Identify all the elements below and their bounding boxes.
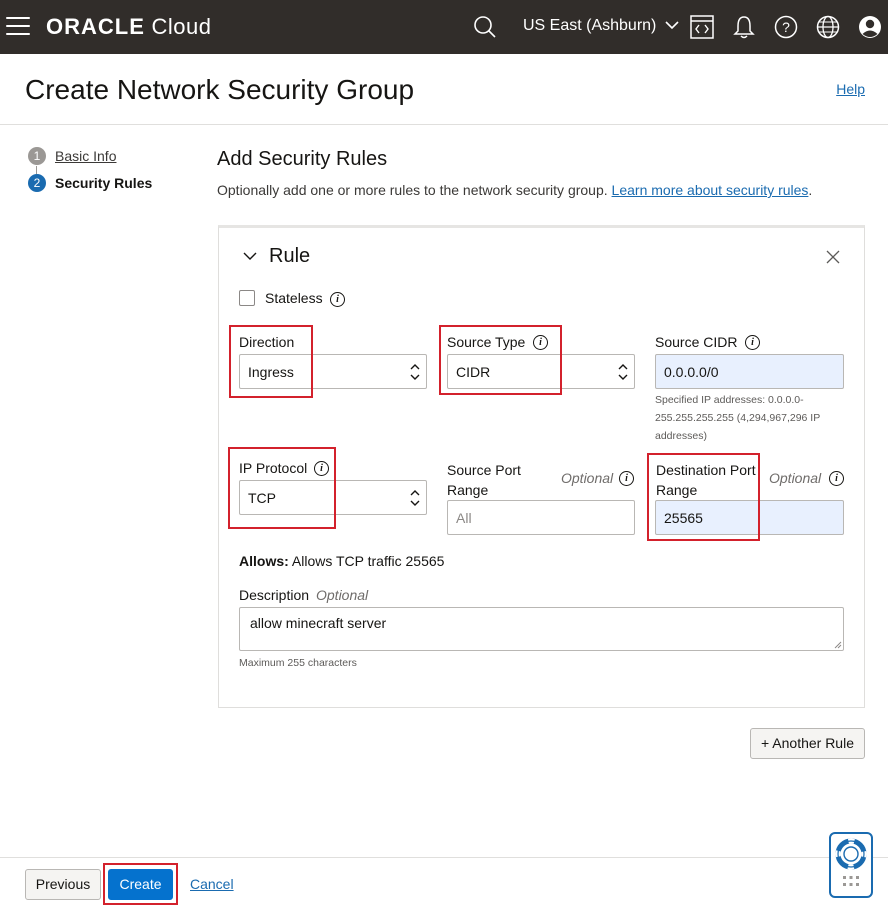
create-button[interactable]: Create [108,869,173,900]
collapse-chevron-icon[interactable] [243,249,257,263]
oracle-cloud-logo[interactable]: ORACLE Cloud [46,14,212,40]
optional-tag: Optional [769,470,822,486]
cancel-link[interactable]: Cancel [190,876,234,892]
wizard-step-basic-info[interactable]: 1 Basic Info [28,147,116,165]
source-port-range-label: Source Port Range [447,462,521,498]
page-header: Create Network Security Group Help [0,54,888,125]
search-icon[interactable] [472,14,498,40]
page-title: Create Network Security Group [25,74,415,105]
hamburger-menu-icon[interactable] [6,17,30,35]
svg-text:?: ? [782,19,790,35]
step-label: Security Rules [55,175,153,191]
source-port-range-input[interactable]: All [447,500,635,535]
description-textarea[interactable]: allow minecraft server [239,607,844,651]
step-connector [36,166,37,174]
optional-tag: Optional [316,587,369,603]
section-title: Add Security Rules [217,148,388,170]
help-question-icon[interactable]: ? [773,14,799,40]
direction-select[interactable]: Ingress [239,354,427,389]
user-profile-icon[interactable] [857,14,883,40]
source-type-label: Source Type [447,334,526,350]
info-icon[interactable]: i [314,461,329,476]
top-navigation-bar: ORACLE Cloud US East (Ashburn) ? [0,0,888,54]
info-icon[interactable]: i [533,335,548,350]
previous-button[interactable]: Previous [25,869,101,900]
bell-icon[interactable] [731,14,757,40]
rule-title: Rule [269,245,311,267]
code-editor-icon[interactable] [689,14,715,40]
wizard-step-security-rules[interactable]: 2 Security Rules [28,174,152,192]
ip-protocol-label: IP Protocol [239,460,308,476]
help-link[interactable]: Help [836,81,865,97]
chevron-down-icon [665,21,679,30]
stateless-label: Stateless [265,290,323,306]
source-cidr-input[interactable]: 0.0.0.0/0 [655,354,844,389]
step-number: 2 [28,174,46,192]
region-selector[interactable]: US East (Ashburn) [523,17,679,35]
step-number: 1 [28,147,46,165]
allows-summary: Allows: Allows TCP traffic 25565 [239,553,445,569]
learn-more-link[interactable]: Learn more about security rules [612,182,809,198]
section-description: Optionally add one or more rules to the … [217,182,813,198]
description-label: Description [239,587,310,603]
source-cidr-label: Source CIDR [655,334,738,350]
direction-label: Direction [239,334,295,350]
lifebuoy-icon [835,838,867,886]
select-arrows-icon [410,490,420,506]
source-type-select[interactable]: CIDR [447,354,635,389]
globe-language-icon[interactable] [815,14,841,40]
info-icon[interactable]: i [745,335,760,350]
optional-tag: Optional [561,470,614,486]
ip-protocol-select[interactable]: TCP [239,480,427,515]
stateless-checkbox[interactable] [239,290,255,306]
help-support-widget[interactable] [829,832,873,898]
description-help-text: Maximum 255 characters [239,657,357,669]
info-icon[interactable]: i [829,471,844,486]
resize-grip-icon[interactable] [834,641,842,649]
destination-port-range-label: Destination Port Range [656,462,756,498]
select-arrows-icon [618,364,628,380]
info-icon[interactable]: i [330,292,345,307]
select-arrows-icon [410,364,420,380]
destination-port-range-input[interactable]: 25565 [655,500,844,535]
add-another-rule-button[interactable]: + Another Rule [750,728,865,759]
step-label: Basic Info [55,148,117,164]
source-cidr-help-text: Specified IP addresses: 0.0.0.0- 255.255… [655,394,821,442]
info-icon[interactable]: i [619,471,634,486]
close-icon[interactable] [826,250,840,264]
